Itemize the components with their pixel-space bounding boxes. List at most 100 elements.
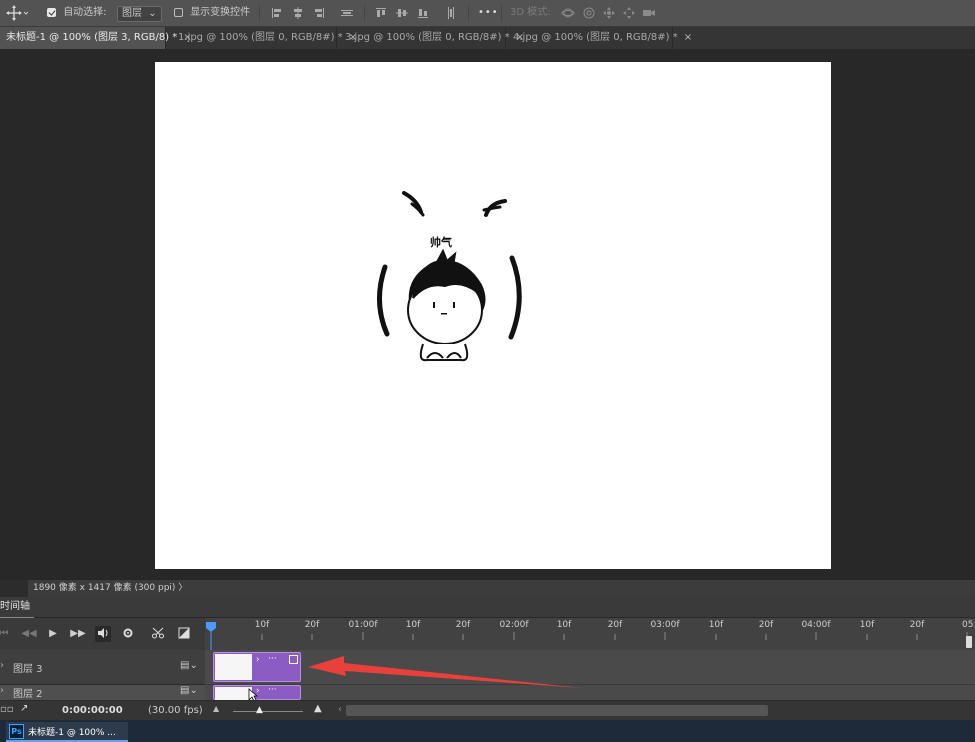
ruler-tick: 10f [859, 620, 875, 630]
chevron-right-icon[interactable]: › [256, 655, 260, 665]
ruler-tick: 20f [909, 620, 925, 630]
ruler-tick: 20f [455, 620, 471, 630]
audio-icon[interactable] [95, 626, 111, 642]
ruler-tick: 01:00f [348, 620, 378, 630]
document-tabs: 未标题-1 @ 100% (图层 3, RGB/8) * × 1.jpg @ 10… [0, 27, 975, 50]
zoom-out-icon[interactable]: ▲ [213, 704, 219, 713]
layer-row[interactable]: › 图层 3 ▤⌄ [0, 650, 205, 685]
timeline-tab[interactable]: 时间轴 [0, 597, 34, 618]
current-time: 0:00:00:00 [62, 705, 123, 716]
ruler-tick: 02:00f [499, 620, 529, 630]
tab-label: 未标题-1 @ 100% (图层 3, RGB/8) * [6, 32, 178, 43]
split-scissors-icon[interactable] [150, 626, 166, 642]
3d-pan-icon[interactable] [602, 6, 616, 20]
more-options-button[interactable]: ••• [478, 0, 499, 26]
tab-label: 4.jpg @ 100% (图层 0, RGB/8#) * [513, 32, 678, 43]
convert-frames-icon[interactable]: ▫▫ [0, 704, 14, 715]
ruler-tick: 10f [708, 620, 724, 630]
transition-icon[interactable] [176, 626, 192, 642]
3d-slide-icon[interactable] [622, 6, 636, 20]
red-arrow-annotation [308, 656, 582, 688]
distribute-horizontal-icon[interactable] [340, 6, 354, 20]
align-bottom-icon[interactable] [416, 6, 430, 20]
tab-label: 1.jpg @ 100% (图层 0, RGB/8#) * [178, 32, 343, 43]
clip-options-icon[interactable] [289, 655, 298, 664]
document-canvas[interactable]: 帅气 [155, 62, 831, 569]
ruler-tick: 05:0 [962, 620, 975, 630]
ruler-tick: 04:00f [801, 620, 831, 630]
zoom-slider-thumb[interactable]: ▲ [256, 705, 263, 715]
chevron-down-icon: ⌄ [148, 8, 157, 19]
zoom-in-icon[interactable]: ▲ [314, 703, 322, 714]
distribute-vertical-icon[interactable] [444, 6, 458, 20]
layer-select-dropdown[interactable]: 图层 ⌄ [117, 6, 162, 22]
layer-clip[interactable]: › ··· [213, 652, 301, 682]
play-icon[interactable]: ▶ [45, 626, 61, 642]
timeline-controls: ⏮ ◀◀ ▶ ▶▶ [0, 618, 205, 650]
ruler-tick: 20f [758, 620, 774, 630]
tab-label: 3.jpg @ 100% (图层 0, RGB/8#) * [345, 32, 510, 43]
taskbar-photoshop-window[interactable]: Ps 未标题-1 @ 100% ... [6, 722, 128, 742]
options-bar: 自动选择: 图层 ⌄ 显示变换控件 ••• 3D 模式: [0, 0, 975, 27]
chevron-right-icon[interactable]: › [0, 660, 4, 671]
align-left-icon[interactable] [270, 6, 284, 20]
horizontal-scrollbar[interactable] [346, 705, 768, 716]
document-info: 1890 像素 x 1417 像素 (300 ppi) [33, 583, 176, 593]
tab-3-jpg[interactable]: 3.jpg @ 100% (图层 0, RGB/8#) * × [339, 27, 524, 49]
timeline-panel-header: 时间轴 [0, 597, 975, 618]
clip-thumbnail [215, 687, 252, 700]
align-center-icon[interactable] [291, 6, 305, 20]
canvas-caption: 帅气 [430, 236, 452, 249]
more-icon[interactable]: ··· [268, 685, 277, 695]
film-icon[interactable]: ▤⌄ [180, 660, 198, 671]
scroll-left-icon[interactable]: ‹ [338, 704, 342, 715]
status-bar: 1890 像素 x 1417 像素 (300 ppi) 〉 [0, 579, 975, 597]
show-transform-checkbox[interactable] [174, 7, 183, 17]
auto-select-toggle[interactable]: 自动选择: [47, 0, 107, 26]
render-video-icon[interactable]: ↗ [20, 703, 28, 714]
ruler-tick: 20f [607, 620, 623, 630]
film-icon[interactable]: ▤⌄ [180, 685, 198, 696]
cartoon-character-image [376, 191, 522, 362]
show-transform-toggle[interactable]: 显示变换控件 [174, 0, 250, 26]
ruler-ticks [261, 632, 968, 640]
settings-gear-icon[interactable] [120, 626, 136, 642]
tab-1-jpg[interactable]: 1.jpg @ 100% (图层 0, RGB/8#) * × [172, 27, 357, 49]
3d-roll-icon[interactable] [582, 6, 596, 20]
zoom-field[interactable] [0, 580, 28, 597]
next-frame-icon[interactable]: ▶▶ [70, 626, 86, 642]
chevron-right-icon[interactable]: › [0, 685, 4, 696]
align-right-icon[interactable] [312, 6, 326, 20]
tab-4-jpg[interactable]: 4.jpg @ 100% (图层 0, RGB/8#) * × [507, 27, 692, 49]
previous-frame-icon[interactable]: ◀◀ [21, 626, 37, 642]
auto-select-checkbox[interactable] [47, 7, 56, 17]
close-icon[interactable]: × [684, 32, 692, 43]
status-arrow-icon[interactable]: 〉 [178, 583, 187, 593]
move-tool-icon[interactable] [6, 0, 29, 26]
ruler-tick: 10f [405, 620, 421, 630]
timeline-tracks: › 图层 3 ▤⌄ › ··· › 图层 2 ▤⌄ › ··· [0, 650, 975, 702]
first-frame-icon[interactable]: ⏮ [0, 626, 12, 642]
zoom-slider[interactable] [233, 711, 303, 712]
tab-untitled-1[interactable]: 未标题-1 @ 100% (图层 3, RGB/8) * × [0, 27, 192, 49]
work-area-end-handle[interactable] [966, 636, 972, 648]
3d-camera-icon[interactable] [642, 6, 656, 20]
taskbar-window-title: 未标题-1 @ 100% ... [28, 728, 116, 738]
align-middle-icon[interactable] [395, 6, 409, 20]
layer-select-value: 图层 [122, 8, 142, 19]
mode-3d-label: 3D 模式: [510, 7, 551, 18]
more-icon[interactable]: ··· [268, 654, 277, 664]
layer-name: 图层 2 [13, 689, 43, 700]
timeline-footer: ▫▫ ↗ 0:00:00:00 (30.00 fps) ▲ ▲ ▲ ‹ [0, 700, 975, 721]
3d-orbit-icon[interactable] [561, 6, 575, 20]
ruler-tick: 10f [254, 620, 270, 630]
auto-select-label: 自动选择: [63, 7, 107, 18]
photoshop-app-icon: Ps [9, 724, 24, 739]
ruler-tick: 03:00f [650, 620, 680, 630]
align-top-icon[interactable] [374, 6, 388, 20]
clip-thumbnail [215, 654, 252, 680]
os-taskbar: Ps 未标题-1 @ 100% ... [0, 720, 975, 742]
ruler-tick: 20f [304, 620, 320, 630]
timeline-ruler[interactable]: 10f 20f 01:00f 10f 20f 02:00f 10f 20f 03… [205, 618, 975, 650]
layer-row[interactable]: › 图层 2 ▤⌄ [0, 685, 205, 701]
